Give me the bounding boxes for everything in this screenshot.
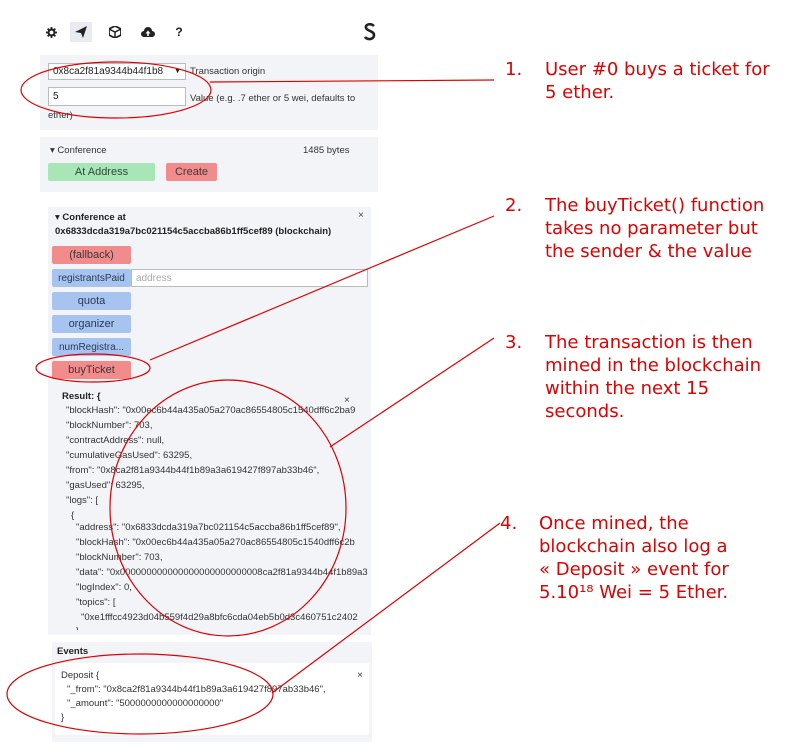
- annotation-2: 2. The buyTicket() function takes no par…: [505, 194, 805, 269]
- annotation-4: 4. Once mined, the blockchain also log a…: [500, 512, 805, 610]
- annotation-number: 3.: [505, 332, 523, 353]
- annotation-line: The transaction is then: [545, 332, 753, 353]
- annotation-line: 5.10¹⁸ Wei = 5 Ether.: [539, 582, 729, 603]
- annotation-line: « Deposit » event for: [539, 559, 729, 580]
- annotation-line: within the next 15: [545, 378, 710, 399]
- annotation-3: 3. The transaction is then mined in the …: [505, 331, 805, 429]
- annotation-number: 2.: [505, 195, 523, 216]
- annotation-1: 1. User #0 buys a ticket for 5 ether.: [505, 58, 805, 108]
- annotation-connector-4: [271, 522, 501, 694]
- annotation-ellipse-event: [6, 653, 274, 735]
- annotation-connector-2: [149, 215, 495, 361]
- annotation-connector-1: [209, 79, 495, 83]
- annotation-ellipse-origin: [20, 61, 212, 119]
- annotation-line: mined in the blockchain: [545, 355, 762, 376]
- annotation-ellipse-result: [109, 379, 347, 637]
- annotation-line: blockchain also log a: [539, 536, 728, 557]
- annotation-connector-3: [329, 337, 495, 448]
- annotation-line: Once mined, the: [539, 513, 689, 534]
- annotation-ellipse-buyticket: [35, 353, 151, 383]
- annotation-number: 1.: [505, 59, 523, 80]
- annotation-line: seconds.: [545, 401, 625, 422]
- annotation-line: User #0 buys a ticket for: [545, 59, 770, 80]
- annotation-line: 5 ether.: [545, 82, 615, 103]
- annotation-line: the sender & the value: [545, 241, 752, 262]
- annotation-line: The buyTicket() function: [545, 195, 765, 216]
- annotation-line: takes no parameter but: [545, 218, 758, 239]
- annotation-number: 4.: [500, 513, 518, 534]
